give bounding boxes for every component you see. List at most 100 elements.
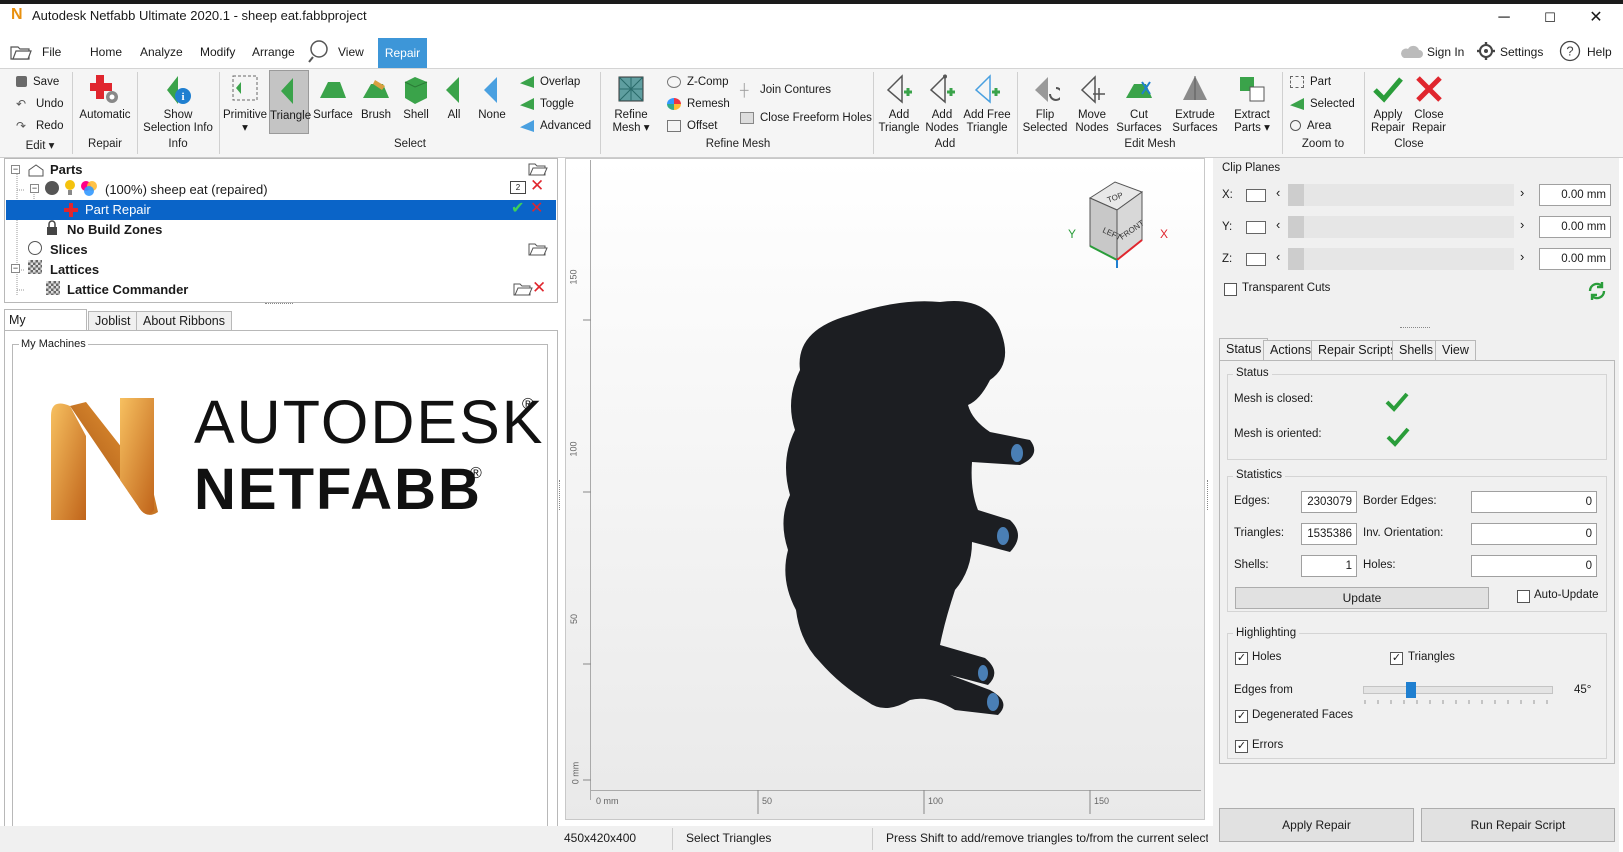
extract-parts-button[interactable]: Extract Parts ▾ (1226, 74, 1278, 135)
apply-repair-button[interactable]: Apply Repair (1219, 808, 1414, 842)
remove-part-icon[interactable]: ✕ (530, 176, 544, 196)
apply-repair-ribbon-button[interactable]: Apply Repair (1367, 74, 1409, 135)
maximize-button[interactable]: ☐ (1527, 4, 1573, 32)
zoom-to-area-button[interactable]: Area (1290, 120, 1331, 132)
surface-select-button[interactable]: Surface (312, 74, 354, 122)
clip-y-toggle[interactable] (1246, 221, 1266, 234)
tab-shells[interactable]: Shells (1392, 340, 1441, 360)
overlap-button[interactable]: Overlap (520, 76, 580, 88)
transparent-cuts-checkbox[interactable] (1224, 283, 1237, 296)
brush-select-button[interactable]: Brush (357, 74, 395, 122)
vertical-splitter[interactable] (559, 480, 562, 510)
expander-icon[interactable]: − (30, 184, 39, 193)
clip-z-toggle[interactable] (1246, 253, 1266, 266)
primitive-select-button[interactable]: Primitive ▾ (222, 74, 268, 135)
remove-lattice-icon[interactable]: ✕ (532, 278, 546, 298)
auto-update-checkbox[interactable] (1517, 590, 1530, 603)
menu-modify[interactable]: Modify (200, 45, 235, 59)
zoom-to-selected-button[interactable]: Selected (1290, 98, 1355, 110)
view-cube[interactable]: TOP LEFT FRONT X Y (1060, 178, 1170, 268)
offset-button[interactable]: Offset (667, 120, 717, 132)
tab-status[interactable]: Status (1219, 338, 1269, 360)
close-freeform-holes-button[interactable]: Close Freeform Holes (740, 112, 872, 124)
join-contures-button[interactable]: ┼ Join Contures (740, 84, 831, 96)
clip-y-value[interactable]: 0.00 mm (1539, 216, 1611, 238)
folder-open-icon[interactable] (528, 161, 548, 177)
undo-button[interactable]: ↶ Undo (16, 98, 64, 110)
move-nodes-button[interactable]: Move Nodes (1070, 74, 1114, 135)
clip-z-right-arrow[interactable]: › (1520, 249, 1524, 264)
menu-home[interactable]: Home (90, 45, 122, 59)
vertical-splitter[interactable] (1207, 480, 1210, 510)
triangles-checkbox[interactable]: ✓ (1390, 652, 1403, 665)
refine-mesh-button[interactable]: Refine Mesh ▾ (604, 74, 658, 135)
remesh-button[interactable]: Remesh (667, 98, 730, 110)
tab-my-machines[interactable]: My Machines (4, 309, 87, 347)
cut-surfaces-button[interactable]: Cut Surfaces (1114, 74, 1164, 135)
visibility-icon[interactable] (45, 181, 59, 195)
menu-view[interactable]: View (338, 45, 364, 59)
clip-y-slider[interactable] (1288, 216, 1514, 238)
close-window-button[interactable]: ✕ (1573, 4, 1619, 32)
menu-analyze[interactable]: Analyze (140, 45, 183, 59)
sign-in-link[interactable]: Sign In (1427, 45, 1464, 59)
clip-z-slider[interactable] (1288, 248, 1514, 270)
refresh-icon[interactable] (1586, 280, 1608, 302)
add-free-triangle-button[interactable]: Add Free Triangle (962, 74, 1012, 135)
clip-x-left-arrow[interactable]: ‹ (1276, 185, 1280, 200)
advanced-button[interactable]: Advanced (520, 120, 591, 132)
clip-y-right-arrow[interactable]: › (1520, 217, 1524, 232)
tree-lattices[interactable]: Lattices (50, 260, 598, 280)
help-link[interactable]: Help (1587, 45, 1612, 59)
lightbulb-icon[interactable] (64, 179, 76, 197)
tab-about-ribbons[interactable]: About Ribbons (136, 311, 233, 330)
menu-repair[interactable]: Repair (378, 38, 427, 68)
tree-parts[interactable]: Parts (50, 160, 598, 180)
degenerated-faces-checkbox[interactable]: ✓ (1235, 710, 1248, 723)
tab-view[interactable]: View (1435, 340, 1476, 360)
menu-file[interactable]: File (42, 45, 61, 59)
clip-z-left-arrow[interactable]: ‹ (1276, 249, 1280, 264)
triangle-select-button[interactable]: Triangle (269, 70, 311, 134)
shell-select-button[interactable]: Shell (398, 74, 434, 122)
splitter-handle[interactable] (1400, 327, 1430, 330)
show-selection-info-button[interactable]: i Show Selection Info (140, 74, 216, 135)
select-all-button[interactable]: All (438, 74, 470, 122)
tree-part-repair[interactable]: Part Repair (85, 200, 633, 220)
expander-icon[interactable]: − (11, 165, 20, 174)
add-nodes-button[interactable]: Add Nodes (922, 74, 962, 135)
apply-checkmark-icon[interactable]: ✔ (511, 198, 524, 218)
edges-from-slider-thumb[interactable] (1405, 682, 1416, 698)
settings-link[interactable]: Settings (1500, 45, 1543, 59)
gear-icon[interactable] (1476, 41, 1496, 61)
sheep-mesh-model[interactable] (740, 290, 1040, 730)
flip-selected-button[interactable]: Flip Selected (1020, 74, 1070, 135)
remove-repair-icon[interactable]: ✕ (530, 198, 543, 218)
errors-checkbox[interactable]: ✓ (1235, 740, 1248, 753)
clip-x-slider[interactable] (1288, 184, 1514, 206)
edges-from-slider-track[interactable] (1363, 686, 1553, 694)
tab-repair-scripts[interactable]: Repair Scripts (1311, 340, 1404, 360)
redo-button[interactable]: ↷ Redo (16, 120, 64, 132)
clip-x-value[interactable]: 0.00 mm (1539, 184, 1611, 206)
clip-y-left-arrow[interactable]: ‹ (1276, 217, 1280, 232)
splitter-handle[interactable] (265, 303, 293, 306)
color-palette-icon[interactable] (80, 180, 98, 196)
update-button[interactable]: Update (1235, 587, 1489, 609)
expander-icon[interactable]: − (11, 264, 20, 273)
add-triangle-button[interactable]: Add Triangle (876, 74, 922, 135)
tab-joblist[interactable]: Joblist (88, 311, 138, 330)
clip-x-toggle[interactable] (1246, 189, 1266, 202)
select-none-button[interactable]: None (474, 74, 510, 122)
z-comp-button[interactable]: Z-Comp (667, 76, 729, 88)
tree-slices[interactable]: Slices (50, 240, 598, 260)
menu-arrange[interactable]: Arrange (252, 45, 295, 59)
toggle-button[interactable]: Toggle (520, 98, 574, 110)
folder-open-icon[interactable] (10, 43, 32, 61)
folder-open-icon[interactable] (513, 281, 533, 297)
save-button[interactable]: Save (16, 76, 59, 88)
tab-actions[interactable]: Actions (1263, 340, 1318, 360)
edit-group-dropdown[interactable]: Edit ▾ (14, 138, 66, 152)
zoom-to-part-button[interactable]: Part (1290, 76, 1331, 88)
holes-checkbox[interactable]: ✓ (1235, 652, 1248, 665)
